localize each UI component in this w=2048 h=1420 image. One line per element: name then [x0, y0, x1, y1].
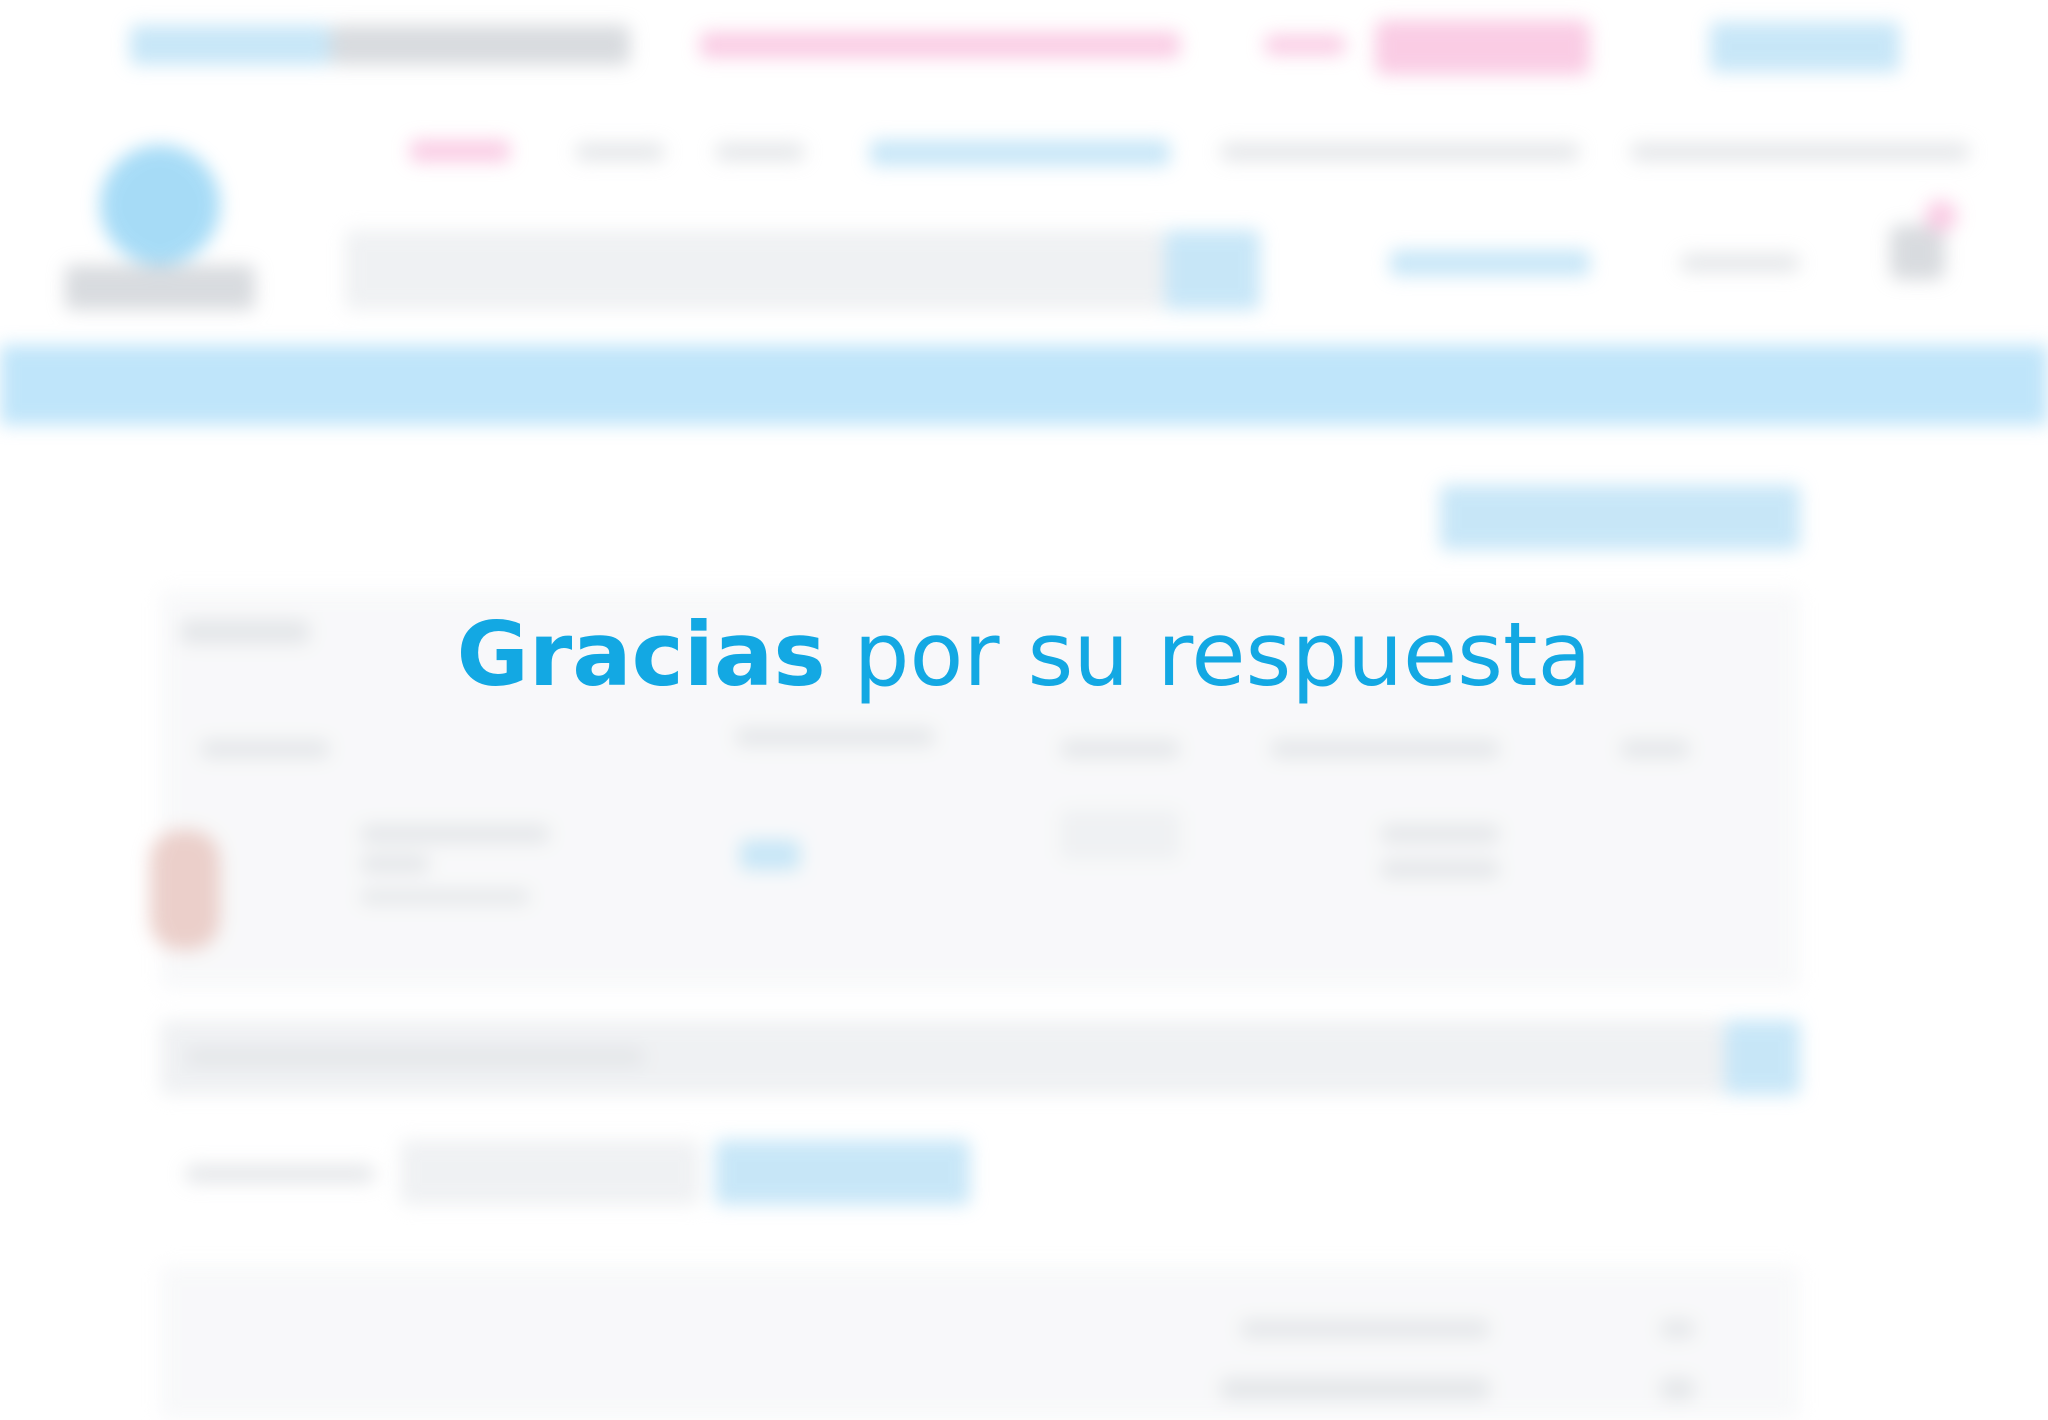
- promo-logo-placeholder: [130, 25, 330, 65]
- product-name-placeholder: [360, 855, 430, 873]
- contact-placeholder: [1630, 143, 1970, 161]
- coupon-text-placeholder: [185, 1048, 645, 1066]
- logo-wordmark-placeholder: [65, 265, 255, 310]
- totals-row-placeholder: [1220, 1378, 1490, 1400]
- promo-text-placeholder: [700, 32, 1180, 58]
- nav-highlight-placeholder: [870, 140, 1170, 166]
- totals-value-placeholder: [1660, 1320, 1695, 1338]
- promo-small-placeholder: [1265, 35, 1345, 55]
- contact-placeholder: [1220, 143, 1580, 161]
- availability-placeholder: [740, 840, 800, 870]
- site-logo: [100, 145, 220, 265]
- product-name-placeholder: [360, 825, 550, 843]
- thank-you-message: Gracias por su respuesta: [0, 600, 2048, 710]
- cart-icon-placeholder: [1890, 225, 1945, 280]
- column-header-placeholder: [1620, 740, 1690, 758]
- price-placeholder: [1380, 860, 1500, 878]
- promo-title-placeholder: [330, 25, 630, 65]
- column-header-placeholder: [200, 740, 330, 758]
- promo-button-placeholder: [1375, 20, 1590, 75]
- totals-panel-placeholder: [160, 1265, 1800, 1420]
- thank-you-strong: Gracias: [456, 603, 826, 706]
- code-input-placeholder: [400, 1140, 700, 1205]
- cart-badge-placeholder: [1925, 200, 1957, 232]
- thank-you-rest: por su respuesta: [825, 603, 1592, 706]
- login-link-placeholder: [1680, 254, 1800, 272]
- totals-row-placeholder: [1240, 1320, 1490, 1338]
- category-band: [0, 345, 2048, 425]
- blurred-background-page: [0, 0, 2048, 1420]
- totals-value-placeholder: [1660, 1378, 1695, 1400]
- column-header-placeholder: [1270, 740, 1500, 758]
- search-field-placeholder: [345, 230, 1165, 310]
- product-meta-placeholder: [360, 890, 530, 904]
- quantity-placeholder: [1060, 810, 1180, 860]
- nav-link-placeholder: [715, 143, 805, 161]
- column-header-placeholder: [735, 728, 935, 746]
- account-link-placeholder: [1390, 250, 1590, 276]
- product-thumbnail: [150, 830, 220, 950]
- promo-cta-placeholder: [1710, 22, 1900, 72]
- search-button-placeholder: [1165, 230, 1260, 310]
- price-placeholder: [1380, 825, 1500, 843]
- nav-link-placeholder: [575, 143, 665, 161]
- apply-button-placeholder: [715, 1140, 970, 1205]
- code-label-placeholder: [185, 1165, 375, 1183]
- nav-link-placeholder: [410, 140, 510, 162]
- column-header-placeholder: [1060, 740, 1180, 758]
- continue-button-placeholder: [1440, 485, 1800, 550]
- coupon-toggle-placeholder: [1725, 1020, 1800, 1095]
